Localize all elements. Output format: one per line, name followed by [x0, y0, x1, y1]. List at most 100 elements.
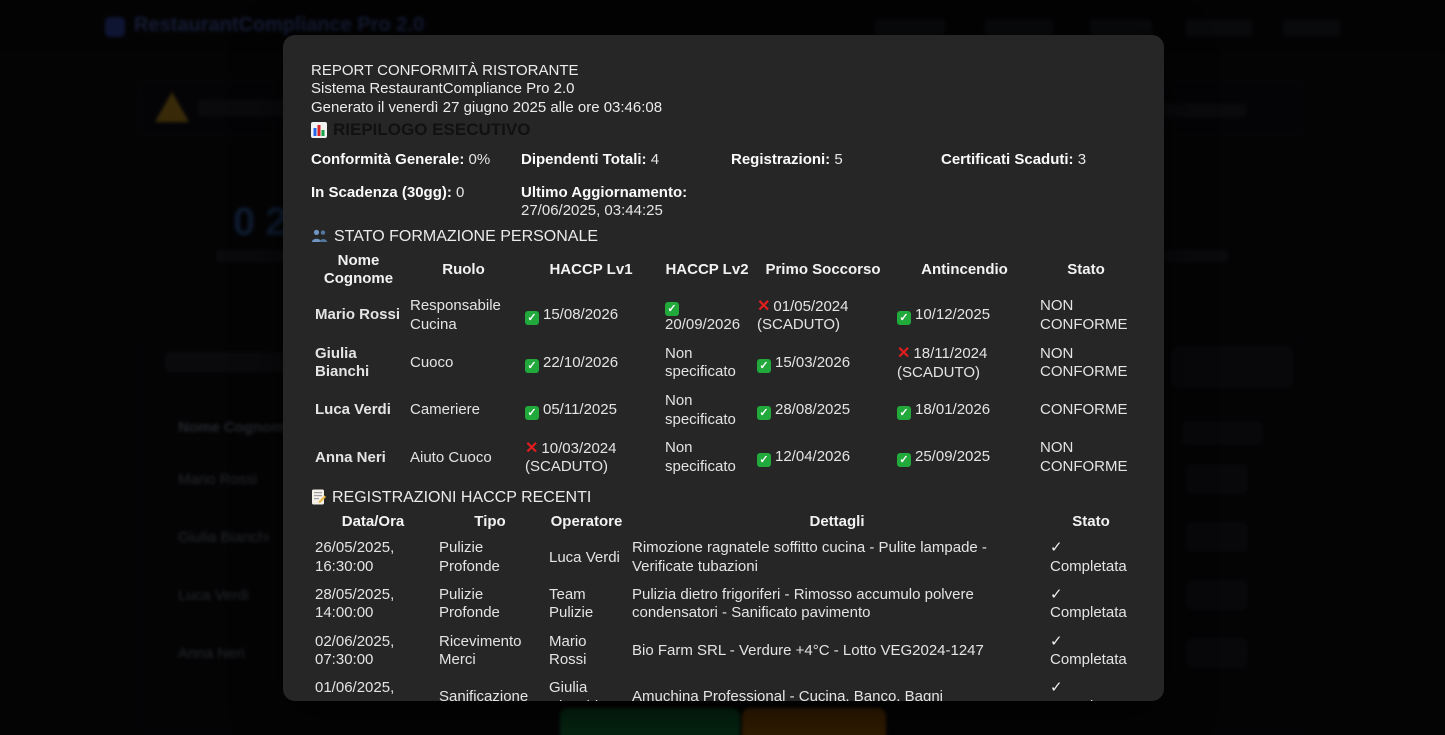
check-icon: ✓: [897, 453, 911, 467]
record-datetime: 28/05/2025, 14:00:00: [311, 581, 435, 628]
cert-cell: Non specificato: [661, 434, 753, 482]
completed-check-icon: ✓: [1050, 633, 1063, 650]
record-details: Rimozione ragnatele soffitto cucina - Pu…: [628, 534, 1046, 581]
cert-cell: ✓20/09/2026: [661, 292, 753, 340]
summary-stats-grid: Conformità Generale: 0%Dipendenti Totali…: [311, 151, 1136, 221]
record-type: Sanificazione: [435, 674, 545, 701]
cross-icon: ✕: [757, 298, 770, 315]
report-modal: REPORT CONFORMITÀ RISTORANTE Sistema Res…: [283, 35, 1164, 701]
column-header: Primo Soccorso: [753, 249, 893, 292]
record-operator: Mario Rossi: [545, 628, 628, 675]
check-icon: ✓: [757, 406, 771, 420]
stat-label: Dipendenti Totali:: [521, 151, 647, 168]
record-datetime: 26/05/2025, 16:30:00: [311, 534, 435, 581]
training-row: Luca VerdiCameriere✓05/11/2025Non specif…: [311, 387, 1136, 434]
record-operator: Team Pulizie: [545, 581, 628, 628]
employee-role: Responsabile Cucina: [406, 292, 521, 340]
cert-cell: ✓22/10/2026: [521, 339, 661, 387]
column-header: Stato: [1046, 510, 1136, 534]
completed-check-icon: ✓: [1050, 679, 1063, 696]
report-subtitle: Sistema RestaurantCompliance Pro 2.0: [311, 80, 1136, 98]
record-details: Pulizia dietro frigoriferi - Rimosso acc…: [628, 581, 1046, 628]
check-icon: ✓: [897, 311, 911, 325]
employee-role: Aiuto Cuoco: [406, 434, 521, 482]
cert-cell: ✓28/08/2025: [753, 387, 893, 434]
report-title: REPORT CONFORMITÀ RISTORANTE: [311, 62, 1136, 80]
report-generated-at: Generato il venerdì 27 giugno 2025 alle …: [311, 99, 1136, 117]
records-section-heading: REGISTRAZIONI HACCP RECENTI: [311, 488, 1136, 508]
column-header: Antincendio: [893, 249, 1036, 292]
record-type: Ricevimento Merci: [435, 628, 545, 675]
stat-label: In Scadenza (30gg):: [311, 184, 452, 201]
stat-label: Certificati Scaduti:: [941, 151, 1074, 168]
column-header: Operatore: [545, 510, 628, 534]
column-header: HACCP Lv1: [521, 249, 661, 292]
training-table: Nome CognomeRuoloHACCP Lv1HACCP Lv2Primo…: [311, 249, 1136, 482]
compliance-status: NON CONFORME: [1036, 292, 1136, 340]
stat-label: Registrazioni:: [731, 151, 830, 168]
stat-label: Conformità Generale:: [311, 151, 464, 168]
record-details: Bio Farm SRL - Verdure +4°C - Lotto VEG2…: [628, 628, 1046, 675]
cert-cell: ✓15/03/2026: [753, 339, 893, 387]
cert-cell: ✓25/09/2025: [893, 434, 1036, 482]
record-status: ✓ Completata: [1046, 628, 1136, 675]
cert-cell: ✓18/01/2026: [893, 387, 1036, 434]
check-icon: ✓: [525, 359, 539, 373]
training-section-heading: STATO FORMAZIONE PERSONALE: [311, 227, 1136, 247]
completed-check-icon: ✓: [1050, 539, 1063, 556]
screen: RestaurantCompliance Pro 2.0 02 7 Nome C…: [0, 0, 1445, 735]
summary-stat: Registrazioni: 5: [731, 151, 941, 169]
cross-icon: ✕: [897, 345, 910, 362]
employee-role: Cuoco: [406, 339, 521, 387]
summary-stat: Ultimo Aggiornamento: 27/06/2025, 03:44:…: [521, 184, 731, 221]
column-header: Data/Ora: [311, 510, 435, 534]
memo-icon: [311, 489, 326, 505]
training-row: Mario RossiResponsabile Cucina✓15/08/202…: [311, 292, 1136, 340]
records-table: Data/OraTipoOperatoreDettagliStato26/05/…: [311, 510, 1136, 701]
record-status: ✓ Completata: [1046, 674, 1136, 701]
cert-cell: Non specificato: [661, 339, 753, 387]
record-status: ✓ Completata: [1046, 581, 1136, 628]
summary-stat: Certificati Scaduti: 3: [941, 151, 1136, 169]
employee-name: Anna Neri: [311, 434, 406, 482]
column-header: Stato: [1036, 249, 1136, 292]
check-icon: ✓: [665, 302, 679, 316]
check-icon: ✓: [757, 453, 771, 467]
cross-icon: ✕: [525, 440, 538, 457]
check-icon: ✓: [897, 406, 911, 420]
column-header: Tipo: [435, 510, 545, 534]
completed-check-icon: ✓: [1050, 586, 1063, 603]
table-header-row: Nome CognomeRuoloHACCP Lv1HACCP Lv2Primo…: [311, 249, 1136, 292]
employee-name: Giulia Bianchi: [311, 339, 406, 387]
training-row: Giulia BianchiCuoco✓22/10/2026Non specif…: [311, 339, 1136, 387]
record-type: Pulizie Profonde: [435, 581, 545, 628]
stat-label: Ultimo Aggiornamento:: [521, 184, 687, 201]
cert-cell: ✓10/12/2025: [893, 292, 1036, 340]
record-row: 26/05/2025, 16:30:00Pulizie ProfondeLuca…: [311, 534, 1136, 581]
record-details: Amuchina Professional - Cucina, Banco, B…: [628, 674, 1046, 701]
column-header: HACCP Lv2: [661, 249, 753, 292]
record-row: 02/06/2025, 07:30:00Ricevimento MerciMar…: [311, 628, 1136, 675]
record-operator: Luca Verdi: [545, 534, 628, 581]
people-icon: [311, 229, 328, 243]
employee-name: Mario Rossi: [311, 292, 406, 340]
cert-cell: ✓15/08/2026: [521, 292, 661, 340]
column-header: Nome Cognome: [311, 249, 406, 292]
compliance-status: CONFORME: [1036, 387, 1136, 434]
cert-cell: ✓05/11/2025: [521, 387, 661, 434]
cert-cell: ✕01/05/2024 (SCADUTO): [753, 292, 893, 340]
cert-cell: ✕18/11/2024 (SCADUTO): [893, 339, 1036, 387]
summary-stat: Conformità Generale: 0%: [311, 151, 521, 169]
record-row: 01/06/2025, 20:15:00SanificazioneGiulia …: [311, 674, 1136, 701]
compliance-status: NON CONFORME: [1036, 434, 1136, 482]
record-datetime: 02/06/2025, 07:30:00: [311, 628, 435, 675]
cert-cell: ✓12/04/2026: [753, 434, 893, 482]
check-icon: ✓: [757, 359, 771, 373]
table-header-row: Data/OraTipoOperatoreDettagliStato: [311, 510, 1136, 534]
summary-section-heading: RIEPILOGO ESECUTIVO: [311, 120, 1136, 141]
column-header: Ruolo: [406, 249, 521, 292]
record-datetime: 01/06/2025, 20:15:00: [311, 674, 435, 701]
summary-stat: Dipendenti Totali: 4: [521, 151, 731, 169]
employee-name: Luca Verdi: [311, 387, 406, 434]
record-row: 28/05/2025, 14:00:00Pulizie ProfondeTeam…: [311, 581, 1136, 628]
